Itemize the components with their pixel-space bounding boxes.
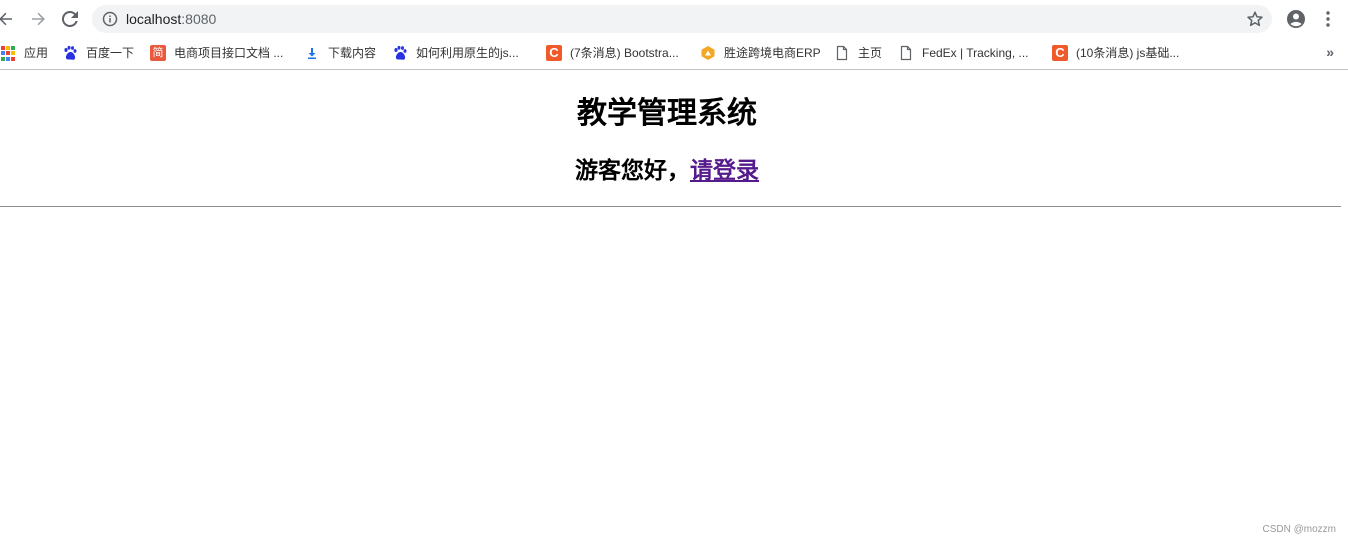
bookmark-label: 百度一下 [86,46,135,60]
page-title: 教学管理系统 [577,96,757,131]
bookmarks-bar: 应用 百度一下 简 电商项目接口文档 ... 下载内容 如何利用原生的js... [0,38,1348,70]
bookmark-label: 主页 [858,46,883,60]
browser-window: localhost:8080 应用 百度一下 简 电商项目接口文档 ... 下载… [0,0,1348,542]
bookmark-label: FedEx | Tracking, ... [922,46,1029,60]
download-icon [304,45,320,61]
bookmark-label: (7条消息) Bootstra... [570,46,679,60]
url-port: :8080 [181,11,217,27]
bookmark-home[interactable]: 主页 [834,44,882,62]
bookmark-csdn-bootstrap[interactable]: C (7条消息) Bootstra... [546,44,679,62]
page-icon [898,45,914,61]
bookmark-fedex[interactable]: FedEx | Tracking, ... [898,44,1029,62]
bookmark-csdn-js[interactable]: C (10条消息) js基础... [1052,44,1179,62]
watermark: CSDN @mozzm [1262,524,1337,535]
url-text[interactable]: localhost:8080 [126,10,216,28]
bookmark-shengtu-erp[interactable]: 胜途跨境电商ERP [700,44,821,62]
address-bar[interactable]: localhost:8080 [92,5,1272,33]
reload-icon[interactable] [58,7,82,31]
bookmark-baidu[interactable]: 百度一下 [62,44,134,62]
bookmark-label: 下载内容 [328,46,377,60]
greeting: 游客您好，请登录 [0,156,1334,186]
account-icon[interactable] [1284,7,1308,31]
bookmark-downloads[interactable]: 下载内容 [304,44,376,62]
jianshu-icon: 简 [150,45,166,61]
page-content: 教学管理系统 游客您好，请登录 CSDN @mozzm [0,70,1348,542]
apps-grid-icon [0,45,16,61]
more-bookmarks-button[interactable]: » [1326,43,1334,61]
bookmark-label: 应用 [24,46,49,60]
browser-toolbar: localhost:8080 [0,0,1348,38]
kebab-menu-icon[interactable] [1316,7,1340,31]
shengtu-icon [700,45,716,61]
arrow-right-icon[interactable] [26,7,50,31]
bookmark-apps[interactable]: 应用 [0,44,48,62]
star-icon[interactable] [1246,10,1264,28]
bookmark-api-doc[interactable]: 简 电商项目接口文档 ... [150,44,283,62]
login-link[interactable]: 请登录 [690,158,759,184]
arrow-left-icon[interactable] [0,7,18,31]
bookmark-label: 胜途跨境电商ERP [724,46,821,60]
csdn-icon: C [546,45,562,61]
csdn-icon: C [1052,45,1068,61]
baidu-paw-icon [392,45,408,61]
divider [0,206,1341,207]
bookmark-label: (10条消息) js基础... [1076,46,1180,60]
bookmark-label: 电商项目接口文档 ... [174,46,284,60]
info-icon[interactable] [102,11,118,27]
baidu-paw-icon [62,45,78,61]
page-icon [834,45,850,61]
url-host: localhost [126,11,182,27]
bookmark-label: 如何利用原生的js... [416,46,519,60]
greeting-text: 游客您好， [575,158,690,184]
bookmark-native-js[interactable]: 如何利用原生的js... [392,44,519,62]
